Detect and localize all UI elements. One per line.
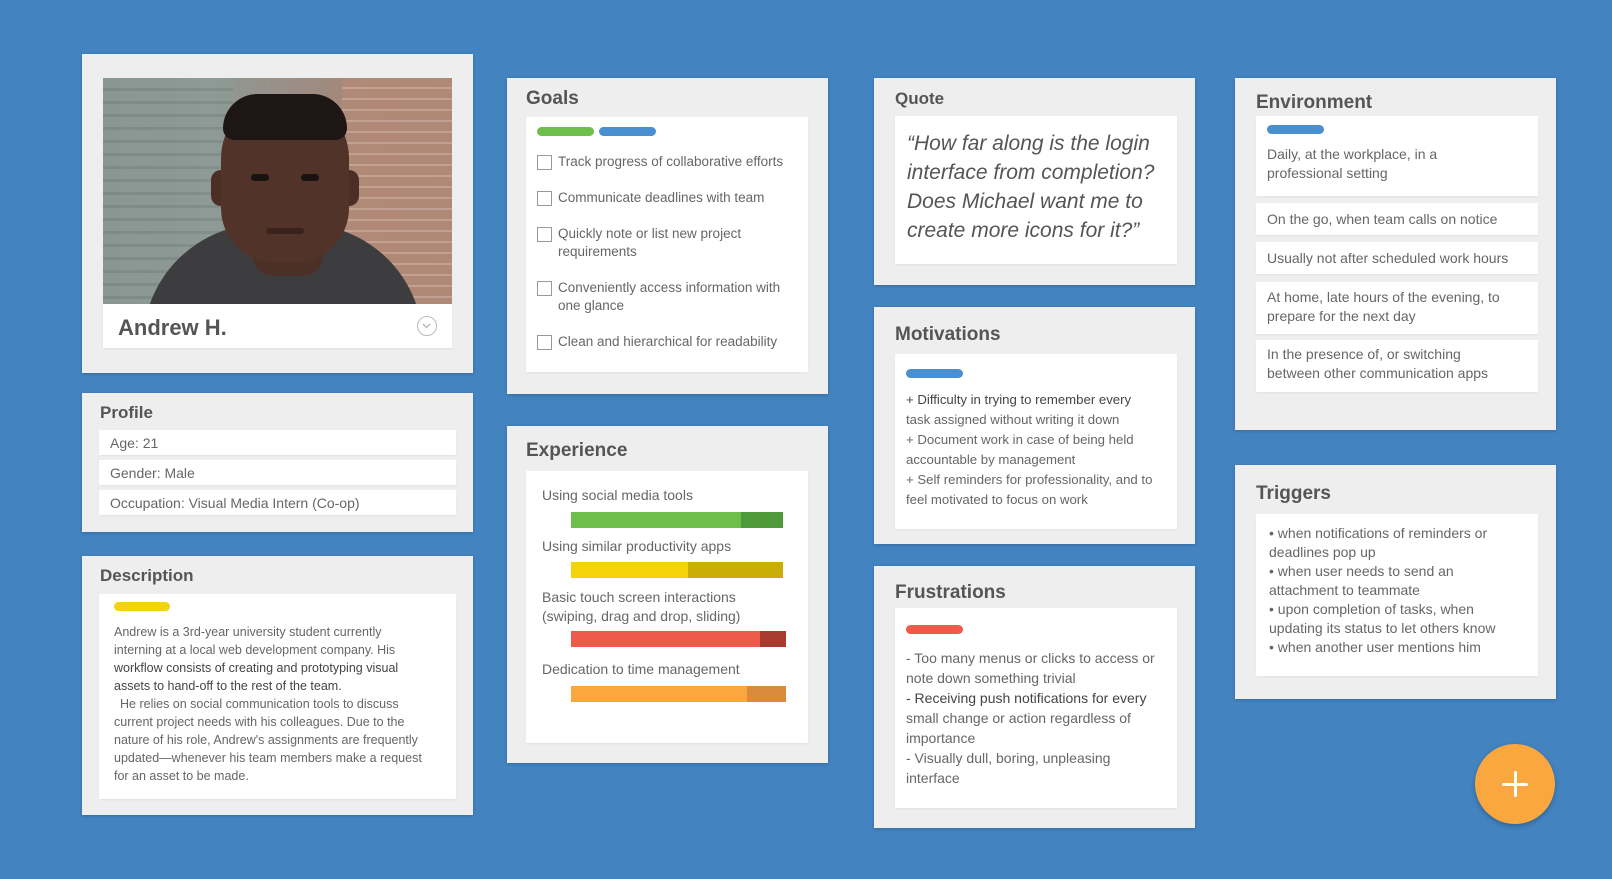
triggers-card: Triggers • when notifications of reminde… xyxy=(1235,465,1556,699)
description-body: Andrew is a 3rd-year university student … xyxy=(99,594,456,799)
environment-item: Daily, at the workplace, in a profession… xyxy=(1256,116,1538,196)
description-card: Description Andrew is a 3rd-year univers… xyxy=(82,556,473,815)
environment-item: Usually not after scheduled work hours xyxy=(1256,242,1538,274)
quote-text: “How far along is the login interface fr… xyxy=(907,132,1155,242)
persona-name-bar: Andrew H. xyxy=(103,304,452,348)
experience-level-fill xyxy=(571,562,688,578)
quote-card: Quote “How far along is the login interf… xyxy=(874,78,1195,285)
profile-title: Profile xyxy=(100,403,153,422)
frustrations-body: - Too many menus or clicks to access or … xyxy=(895,608,1177,808)
environment-title: Environment xyxy=(1256,92,1373,113)
experience-level-fill xyxy=(571,686,748,702)
profile-card: Profile Age: 21 Gender: Male Occupation:… xyxy=(82,393,473,532)
experience-level-remainder xyxy=(740,512,783,528)
goal-checkbox[interactable] xyxy=(537,227,552,242)
goals-card: Goals Track progress of collaborative ef… xyxy=(507,78,828,394)
profile-field-age: Age: 21 xyxy=(99,430,456,455)
goal-checkbox[interactable] xyxy=(537,155,552,170)
frustrations-title: Frustrations xyxy=(895,582,1006,603)
experience-level-fill xyxy=(571,631,761,647)
motivations-text: + Difficulty in trying to remember every… xyxy=(906,392,1153,507)
add-button[interactable] xyxy=(1475,744,1555,824)
persona-card: Andrew H. xyxy=(82,54,473,373)
frustrations-text: - Too many menus or clicks to access or … xyxy=(906,650,1155,786)
experience-item: Dedication to time management xyxy=(542,661,740,677)
goal-checkbox[interactable] xyxy=(537,281,552,296)
goal-checkbox[interactable] xyxy=(537,191,552,206)
persona-photo xyxy=(103,78,452,304)
experience-body: Using social media tools Using similar p… xyxy=(526,471,808,743)
triggers-body: • when notifications of reminders or dea… xyxy=(1256,514,1538,676)
experience-level-remainder xyxy=(747,686,786,702)
goals-bar-green xyxy=(537,127,594,136)
description-title: Description xyxy=(100,566,194,585)
experience-title: Experience xyxy=(526,440,628,461)
motivations-bar xyxy=(906,369,963,378)
description-text: Andrew is a 3rd-year university student … xyxy=(114,625,422,783)
description-bar xyxy=(114,602,170,611)
persona-name: Andrew H. xyxy=(118,315,227,340)
environment-item: In the presence of, or switching between… xyxy=(1256,340,1538,392)
environment-item: On the go, when team calls on notice xyxy=(1256,203,1538,235)
goals-body: Track progress of collaborative efforts … xyxy=(526,117,808,372)
environment-bar xyxy=(1267,125,1324,134)
goals-title: Goals xyxy=(526,88,579,109)
goals-bar-blue xyxy=(599,127,656,136)
experience-item: Using social media tools xyxy=(542,487,693,503)
quote-title: Quote xyxy=(895,89,945,108)
environment-item: At home, late hours of the evening, to p… xyxy=(1256,282,1538,334)
motivations-body: + Difficulty in trying to remember every… xyxy=(895,354,1177,529)
profile-field-gender: Gender: Male xyxy=(99,460,456,485)
experience-level-bar xyxy=(571,686,786,702)
experience-level-remainder xyxy=(687,562,783,578)
experience-level-fill xyxy=(571,512,741,528)
profile-field-occupation: Occupation: Visual Media Intern (Co-op) xyxy=(99,490,456,515)
quote-body: “How far along is the login interface fr… xyxy=(895,116,1177,264)
experience-level-bar xyxy=(571,631,786,647)
experience-item: Basic touch screen interactions (swiping… xyxy=(542,589,741,624)
goal-checkbox[interactable] xyxy=(537,335,552,350)
environment-card: Environment Daily, at the workplace, in … xyxy=(1235,78,1556,430)
motivations-card: Motivations + Difficulty in trying to re… xyxy=(874,307,1195,544)
triggers-title: Triggers xyxy=(1256,483,1331,504)
experience-level-bar xyxy=(571,512,783,528)
experience-item: Using similar productivity apps xyxy=(542,538,732,554)
experience-level-bar xyxy=(571,562,783,578)
motivations-title: Motivations xyxy=(895,324,1001,345)
chevron-down-icon[interactable] xyxy=(417,316,437,336)
experience-card: Experience Using social media tools Usin… xyxy=(507,426,828,763)
triggers-text: • when notifications of reminders or dea… xyxy=(1269,525,1496,655)
experience-level-remainder xyxy=(760,631,786,647)
frustrations-card: Frustrations - Too many menus or clicks … xyxy=(874,566,1195,828)
frustrations-bar xyxy=(906,625,963,634)
